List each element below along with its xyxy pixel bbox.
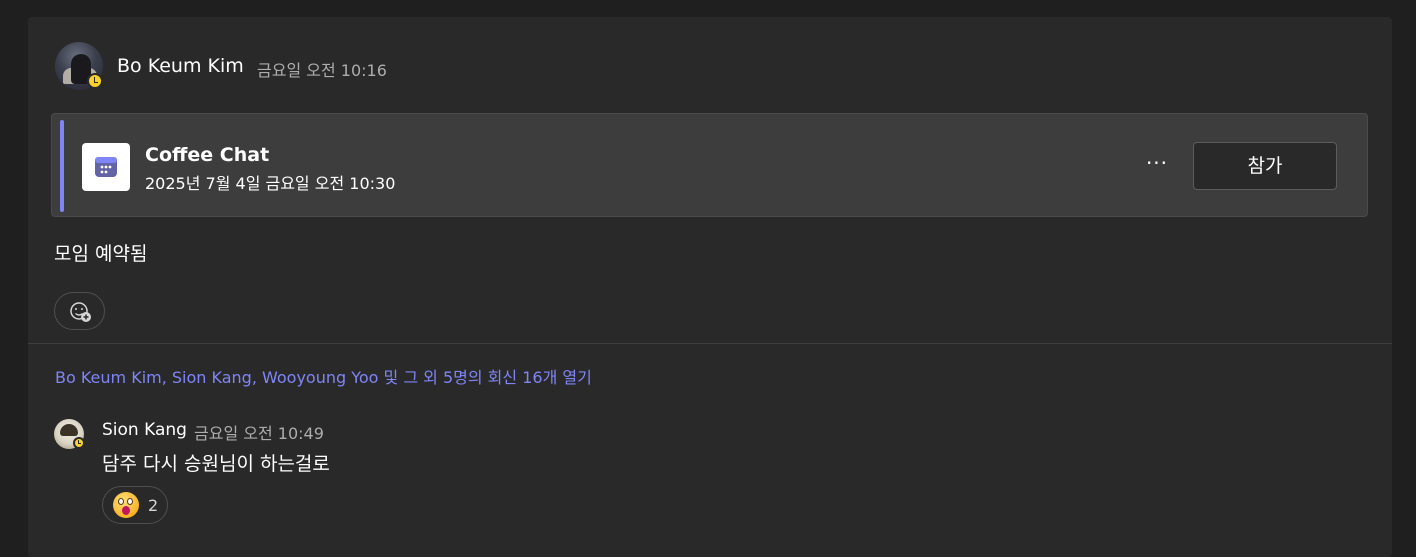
open-replies-link[interactable]: Bo Keum Kim, Sion Kang, Wooyoung Yoo 및 그…: [55, 364, 592, 388]
surprised-face-icon: [113, 492, 139, 518]
post-author-name[interactable]: Bo Keum Kim: [117, 55, 244, 77]
emoji-eye: [118, 498, 124, 505]
join-button[interactable]: 참가: [1193, 142, 1337, 190]
post-message: 모임 예약됨: [54, 243, 148, 265]
add-reaction-button[interactable]: [54, 292, 105, 330]
reaction-pill[interactable]: 2: [102, 486, 168, 524]
meeting-card[interactable]: Coffee Chat 2025년 7월 4일 금요일 오전 10:30 ···…: [51, 113, 1368, 217]
add-reaction-icon: [70, 302, 91, 322]
reaction-count: 2: [148, 496, 159, 515]
emoji-mouth: [122, 506, 130, 515]
meeting-datetime: 2025년 7월 4일 금요일 오전 10:30: [145, 174, 396, 193]
meeting-card-accent: [60, 120, 64, 212]
calendar-icon: [82, 143, 130, 191]
away-status-icon: [87, 73, 103, 89]
reply-timestamp: 금요일 오전 10:49: [194, 424, 324, 443]
post-timestamp: 금요일 오전 10:16: [257, 61, 387, 80]
channel-post: Bo Keum Kim 금요일 오전 10:16 Coffee Chat 202…: [28, 17, 1392, 557]
divider: [28, 343, 1392, 344]
avatar-photo-detail: [60, 424, 78, 436]
more-options-button[interactable]: ···: [1142, 152, 1172, 180]
meeting-title[interactable]: Coffee Chat: [145, 144, 269, 166]
reply-message: 담주 다시 승원님이 하는걸로: [102, 453, 330, 475]
away-status-icon: [73, 437, 85, 449]
emoji-eye: [127, 498, 133, 505]
reply-author-name[interactable]: Sion Kang: [102, 420, 187, 440]
